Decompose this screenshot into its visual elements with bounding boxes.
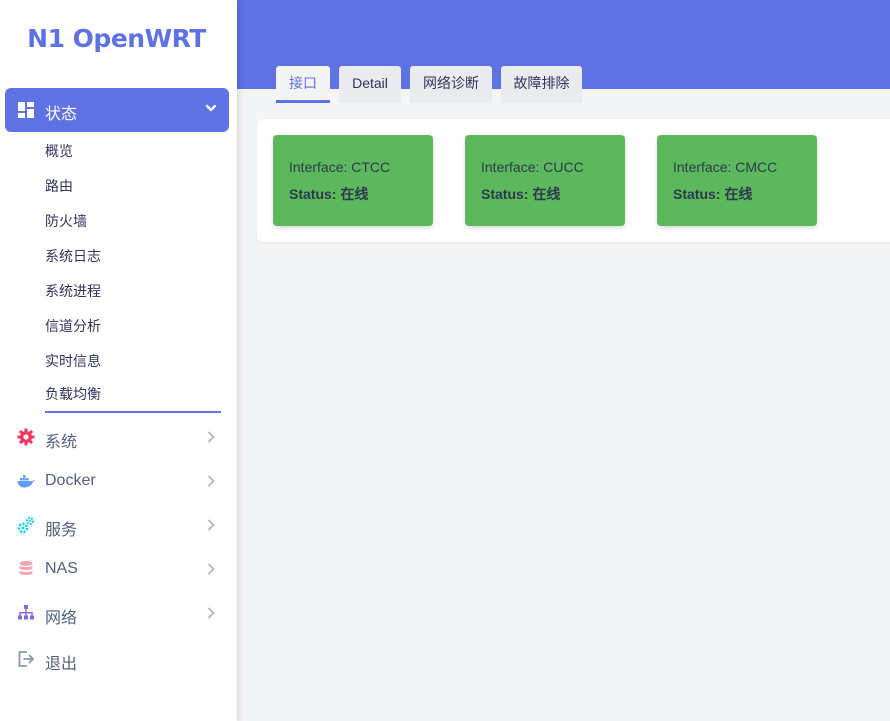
submenu-item-channel-analysis[interactable]: 信道分析	[45, 309, 221, 344]
sign-out-icon	[18, 651, 34, 667]
sitemap-icon	[18, 605, 34, 620]
menu-item-network[interactable]: 网络	[0, 591, 237, 635]
submenu-item-overview[interactable]: 概览	[45, 134, 221, 169]
status-submenu: 概览 路由 防火墙 系统日志 系统进程 信道分析 实时信息 负载均衡	[45, 134, 221, 413]
submenu-item-realtime[interactable]: 实时信息	[45, 344, 221, 379]
status-value: 在线	[532, 186, 561, 202]
submenu-item-system-log[interactable]: 系统日志	[45, 239, 221, 274]
chevron-down-icon	[205, 104, 217, 112]
menu-item-status-label: 状态	[45, 106, 78, 123]
status-label: Status:	[289, 186, 337, 202]
menu-item-status[interactable]: 状态	[5, 88, 229, 132]
gear-icon	[17, 428, 35, 446]
tab-troubleshooting[interactable]: 故障排除	[501, 66, 582, 103]
interface-name-line: Interface: CUCC	[481, 159, 584, 175]
menu-item-logout-label: 退出	[45, 656, 78, 673]
submenu-item-firewall[interactable]: 防火墙	[45, 204, 221, 239]
interface-status-line: Status: 在线	[673, 184, 752, 204]
status-label: Status:	[673, 186, 721, 202]
menu-item-nas[interactable]: NAS	[0, 547, 237, 591]
interface-name: CMCC	[735, 159, 778, 175]
interface-name-line: Interface: CMCC	[673, 159, 777, 175]
cogs-icon	[17, 516, 35, 534]
submenu-item-processes[interactable]: 系统进程	[45, 274, 221, 309]
sidebar: N1 OpenWRT 状态 概览 路由 防火墙 系统日志 系统进程 信道分析 实…	[0, 0, 237, 721]
chevron-right-icon	[208, 475, 215, 487]
tab-bar: 接口 Detail 网络诊断 故障排除	[276, 66, 591, 103]
menu-item-nas-label: NAS	[45, 560, 78, 577]
interface-card-cmcc[interactable]: Interface: CMCC Status: 在线	[657, 135, 817, 226]
interface-name: CTCC	[351, 159, 391, 175]
menu-item-services[interactable]: 服务	[0, 503, 237, 547]
chevron-right-icon	[208, 563, 215, 575]
brand-logo[interactable]: N1 OpenWRT	[0, 24, 233, 53]
menu-item-system-label: 系统	[45, 434, 78, 451]
tab-interfaces[interactable]: 接口	[276, 66, 330, 103]
menu-item-network-label: 网络	[45, 610, 78, 627]
interface-label: Interface:	[289, 159, 348, 175]
interface-name: CUCC	[543, 159, 584, 175]
menu-item-services-label: 服务	[45, 522, 78, 539]
chevron-right-icon	[208, 519, 215, 531]
interface-card-cucc[interactable]: Interface: CUCC Status: 在线	[465, 135, 625, 226]
database-icon	[19, 561, 33, 575]
status-value: 在线	[340, 186, 369, 202]
status-label: Status:	[481, 186, 529, 202]
dashboard-icon	[18, 102, 34, 118]
interface-card-ctcc[interactable]: Interface: CTCC Status: 在线	[273, 135, 433, 226]
interface-label: Interface:	[481, 159, 540, 175]
interface-name-line: Interface: CTCC	[289, 159, 390, 175]
chevron-right-icon	[208, 431, 215, 443]
interface-label: Interface:	[673, 159, 732, 175]
chevron-right-icon	[208, 607, 215, 619]
submenu-item-load-balancing[interactable]: 负载均衡	[45, 379, 221, 413]
interface-status-line: Status: 在线	[481, 184, 560, 204]
menu-item-logout[interactable]: 退出	[0, 637, 237, 681]
status-value: 在线	[724, 186, 753, 202]
interfaces-panel: Interface: CTCC Status: 在线 Interface: CU…	[257, 119, 890, 242]
menu-item-docker-label: Docker	[45, 472, 96, 489]
tab-network-diagnostics[interactable]: 网络诊断	[410, 66, 492, 103]
interface-status-line: Status: 在线	[289, 184, 368, 204]
submenu-item-routes[interactable]: 路由	[45, 169, 221, 204]
docker-icon	[17, 475, 35, 488]
tab-detail[interactable]: Detail	[339, 66, 401, 103]
menu-item-docker[interactable]: Docker	[0, 459, 237, 503]
menu-item-system[interactable]: 系统	[0, 415, 237, 459]
